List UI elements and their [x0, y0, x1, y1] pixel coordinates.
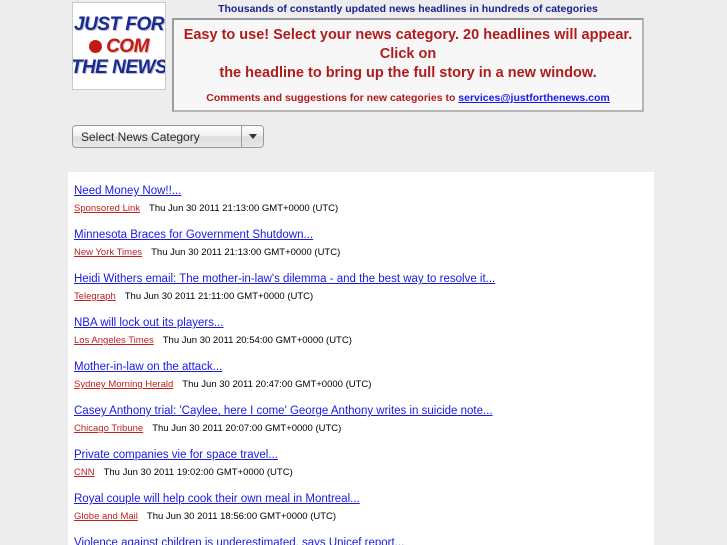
story-source-link[interactable]: Los Angeles Times [74, 335, 154, 346]
instructions-panel: Easy to use! Select your news category. … [172, 18, 644, 113]
header-right-column: Thousands of constantly updated news hea… [172, 2, 644, 113]
list-item: Minnesota Braces for Government Shutdown… [74, 225, 654, 258]
red-dot-icon [89, 40, 103, 53]
story-headline-link[interactable]: Heidi Withers email: The mother-in-law's… [74, 272, 495, 286]
story-meta: Sydney Morning Herald Thu Jun 30 2011 20:… [74, 379, 654, 390]
news-category-select[interactable]: Select News Category [72, 125, 264, 149]
story-headline-link[interactable]: NBA will lock out its players... [74, 316, 224, 330]
story-timestamp: Thu Jun 30 2011 19:02:00 GMT+0000 (UTC) [103, 467, 293, 478]
story-meta: New York Times Thu Jun 30 2011 21:13:00 G… [74, 247, 654, 258]
story-meta: Globe and Mail Thu Jun 30 2011 18:56:00 G… [74, 511, 654, 522]
story-source-link[interactable]: CNN [74, 467, 95, 478]
site-logo[interactable]: JUST FOR COM THE NEWS [72, 2, 166, 90]
story-source-link[interactable]: Sydney Morning Herald [74, 379, 173, 390]
instructions-line-1: Easy to use! Select your news category. … [183, 27, 633, 63]
story-source-link[interactable]: Chicago Tribune [74, 423, 143, 434]
news-panel: Top News Stories Need Money Now!!...Spon… [68, 172, 654, 545]
story-source-link[interactable]: Sponsored Link [74, 203, 140, 214]
logo-com-text: COM [106, 36, 149, 57]
contact-line: Comments and suggestions for new categor… [182, 92, 634, 104]
story-timestamp: Thu Jun 30 2011 20:54:00 GMT+0000 (UTC) [162, 335, 352, 346]
contact-email-link[interactable]: services@justforthenews.com [458, 92, 609, 104]
story-source-link[interactable]: New York Times [74, 247, 142, 258]
page-root: JUST FOR COM THE NEWS Thousands of const… [0, 0, 727, 545]
story-headline-link[interactable]: Royal couple will help cook their own me… [74, 492, 360, 506]
story-source-link[interactable]: Telegraph [74, 291, 116, 302]
list-item: Mother-in-law on the attack... Sydney Mor… [74, 357, 654, 390]
site-header: JUST FOR COM THE NEWS Thousands of const… [0, 0, 727, 113]
story-timestamp: Thu Jun 30 2011 20:07:00 GMT+0000 (UTC) [152, 423, 342, 434]
story-meta: Sponsored Link Thu Jun 30 2011 21:13:00 G… [74, 203, 654, 214]
story-headline-link[interactable]: Minnesota Braces for Government Shutdown… [74, 228, 313, 242]
story-headline-link[interactable]: Casey Anthony trial: 'Caylee, here I com… [74, 404, 493, 418]
instructions-line-2: the headline to bring up the full story … [219, 65, 597, 82]
story-meta: Chicago Tribune Thu Jun 30 2011 20:07:00 … [74, 423, 654, 434]
logo-line-just-for: JUST FOR [74, 14, 164, 35]
story-timestamp: Thu Jun 30 2011 21:13:00 GMT+0000 (UTC) [149, 203, 339, 214]
list-item: Private companies vie for space travel..… [74, 445, 654, 478]
story-timestamp: Thu Jun 30 2011 18:56:00 GMT+0000 (UTC) [146, 511, 337, 522]
story-list: Need Money Now!!... Sponsored Link Thu Jun… [68, 181, 654, 545]
story-meta: Los Angeles Times Thu Jun 30 2011 20:54:0… [74, 335, 654, 346]
instructions-text: Easy to use! Select your news category. … [182, 26, 634, 83]
news-category-selected-value: Select News Category [81, 129, 200, 144]
story-meta: Telegraph Thu Jun 30 2011 21:11:00 GMT+00… [74, 291, 654, 302]
story-source-link[interactable]: Globe and Mail [74, 511, 138, 522]
story-timestamp: Thu Jun 30 2011 21:13:00 GMT+0000 (UTC) [151, 247, 341, 258]
category-select-row: Select News Category [72, 125, 727, 149]
chevron-down-icon[interactable] [241, 126, 263, 148]
story-meta: CNN Thu Jun 30 2011 19:02:00 GMT+0000 (UT… [74, 467, 654, 478]
story-headline-link[interactable]: Mother-in-law on the attack... [74, 360, 222, 374]
story-headline-link[interactable]: Private companies vie for space travel..… [74, 448, 278, 462]
list-item: Royal couple will help cook their own me… [74, 489, 654, 522]
story-headline-link[interactable]: Violence against children is underestima… [74, 536, 404, 545]
list-item: Violence against children is underestima… [74, 533, 654, 545]
logo-line-the-news: THE NEWS [72, 57, 166, 78]
contact-prefix: Comments and suggestions for new categor… [206, 92, 459, 105]
list-item: NBA will lock out its players... Los Ange… [74, 313, 654, 346]
list-item: Casey Anthony trial: 'Caylee, here I com… [74, 401, 654, 434]
story-timestamp: Thu Jun 30 2011 20:47:00 GMT+0000 (UTC) [182, 379, 372, 390]
story-timestamp: Thu Jun 30 2011 21:11:00 GMT+0000 (UTC) [124, 291, 314, 302]
caret-shape [248, 134, 257, 140]
story-headline-link[interactable]: Need Money Now!!... [74, 184, 181, 198]
site-tagline: Thousands of constantly updated news hea… [218, 3, 598, 15]
list-item: Heidi Withers email: The mother-in-law's… [74, 269, 654, 302]
list-item: Need Money Now!!... Sponsored Link Thu Jun… [74, 181, 654, 214]
logo-line-com: COM [89, 37, 149, 56]
